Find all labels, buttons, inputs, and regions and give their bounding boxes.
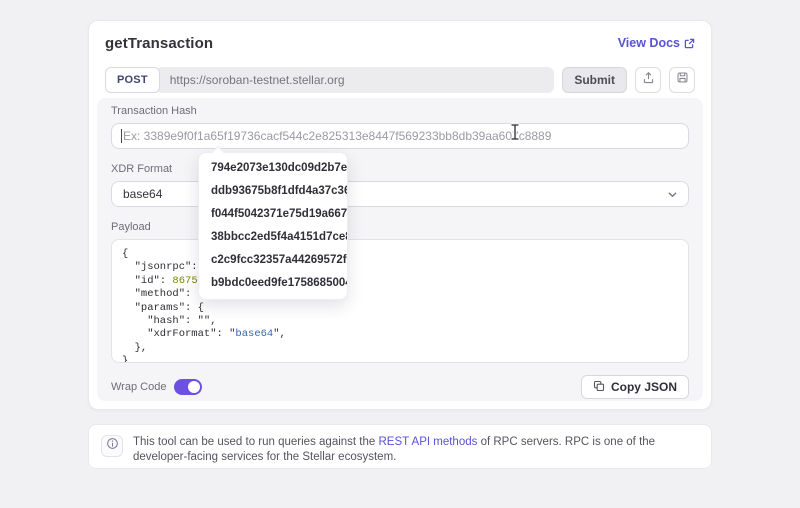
external-link-icon [684,38,695,49]
code-line: "xdrFormat": "base64", [122,328,286,341]
info-note-card: This tool can be used to run queries aga… [88,424,712,469]
hash-field-wrap [111,123,689,149]
wrap-code-toggle[interactable] [174,379,203,395]
submit-button[interactable]: Submit [562,67,627,93]
text-caret [121,129,122,143]
endpoint-url-input[interactable]: https://soroban-testnet.stellar.org [155,67,555,93]
hash-suggestion-item[interactable]: c2c9fcc32357a44269572fd... [199,249,347,272]
hash-suggestion-item[interactable]: b9bdc0eed9fe1758685004... [199,272,347,295]
rest-api-methods-link[interactable]: REST API methods [379,436,478,448]
code-line: "hash": "", [122,315,217,328]
code-line: "params": { [122,301,204,314]
section-footer: Wrap Code Copy JSON [111,375,689,399]
view-docs-label: View Docs [617,36,680,50]
copy-json-label: Copy JSON [610,380,677,394]
transaction-hash-input[interactable] [111,123,689,149]
code-line: }, [122,341,148,354]
request-form-section: Transaction Hash XDR Format base64 Paylo… [97,98,703,401]
hash-suggestion-item[interactable]: 38bbcc2ed5f4a4151d7ce8d... [199,226,347,249]
request-row: POST https://soroban-testnet.stellar.org… [105,67,695,93]
api-explorer-card: getTransaction View Docs POST https://so… [88,20,712,410]
wrap-code-label: Wrap Code [111,381,167,393]
upload-share-icon [642,71,655,89]
hash-field-label: Transaction Hash [111,105,197,117]
hash-suggestion-item[interactable]: f044f5042371e75d19a6677... [199,203,347,226]
page-title: getTransaction [105,34,214,52]
chevron-down-icon [667,189,678,200]
info-icon-chip [101,435,123,457]
hash-suggestions-list: 794e2073e130dc09d2b7e8...ddb93675b8f1dfd… [199,157,347,295]
copy-icon [593,380,605,395]
http-method-badge: POST [105,67,160,93]
hash-suggestion-item[interactable]: 794e2073e130dc09d2b7e8... [199,157,347,180]
info-note-text: This tool can be used to run queries aga… [133,433,699,464]
toggle-knob [188,381,201,393]
copy-json-button[interactable]: Copy JSON [580,375,689,399]
hash-suggestions-dropdown: 794e2073e130dc09d2b7e8...ddb93675b8f1dfd… [198,145,348,300]
xdr-format-value: base64 [123,187,163,201]
info-icon [106,437,119,455]
code-line: } [122,355,129,363]
save-button[interactable] [669,67,695,93]
endpoint-group: POST https://soroban-testnet.stellar.org [105,67,555,93]
share-button[interactable] [635,67,661,93]
hash-suggestion-item[interactable]: ddb93675b8f1dfd4a37c36e... [199,180,347,203]
note-text-before: This tool can be used to run queries aga… [133,436,379,448]
view-docs-link[interactable]: View Docs [618,36,695,50]
card-header: getTransaction View Docs [89,21,711,53]
save-icon [676,71,689,89]
